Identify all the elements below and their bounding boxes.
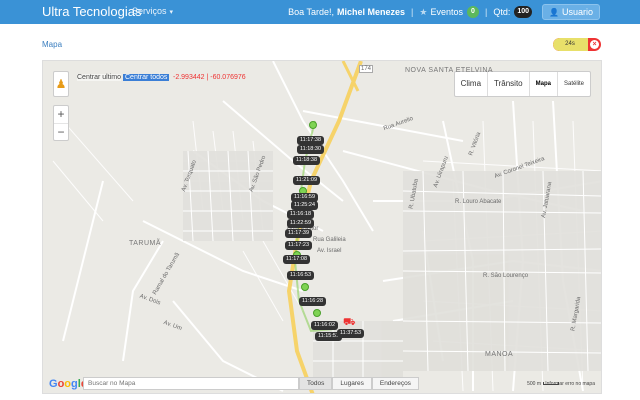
star-icon: ★: [419, 6, 428, 17]
map-scale-label: 500 m: [527, 381, 541, 387]
route-stop-label[interactable]: 11:21:09: [293, 176, 321, 185]
map-label-santa-etelvina: NOVA SANTA ETELVINA: [405, 67, 494, 74]
center-all-button[interactable]: Centrar todos: [123, 74, 170, 81]
user-name: Michel Menezes: [336, 7, 406, 17]
street-view-pegman-icon[interactable]: ♟: [53, 71, 69, 97]
route-stop-label[interactable]: 11:17:08: [283, 255, 311, 264]
map-type-map[interactable]: Mapa: [530, 72, 558, 96]
chevron-down-icon: ▾: [169, 9, 174, 16]
map-canvas[interactable]: ♟ Centrar ultimo Centrar todos -2.993442…: [42, 60, 602, 394]
qtd-label: Qtd:: [493, 7, 511, 17]
map-bottom-bar: Google Todos Lugares Endereços 500 m Inf…: [43, 375, 601, 393]
route-stop-label[interactable]: 11:16:53: [287, 271, 315, 280]
vehicle-marker-icon[interactable]: ⛟: [343, 317, 356, 329]
zoom-in-button[interactable]: +: [54, 106, 68, 123]
services-menu[interactable]: Serviços ▾: [132, 6, 173, 16]
map-label-r-sao-lourenco: R. São Lourenço: [483, 273, 529, 279]
route-stop-label[interactable]: 11:18:30: [297, 145, 325, 154]
map-label-manoa: MANOA: [485, 351, 514, 358]
route-stop-label[interactable]: 11:17:38: [297, 136, 325, 145]
map-label-av-israel: Av. Israel: [317, 248, 342, 254]
close-icon[interactable]: ×: [590, 40, 599, 49]
weather-toggle[interactable]: Clima: [455, 72, 489, 96]
coordinates-readout: -2.993442 | -60.076976: [173, 74, 246, 81]
map-label-road-174: 174: [359, 65, 374, 73]
user-button-label: Usuario: [561, 7, 593, 17]
divider: |: [484, 7, 488, 17]
map-label-r-louro-abacate: R. Louro Abacate: [455, 199, 502, 205]
qtd-count-badge: 100: [514, 6, 533, 18]
route-stop-dot[interactable]: [313, 309, 321, 317]
events-count-badge: 0: [466, 6, 479, 18]
route-stop-label[interactable]: 11:17:39: [285, 229, 313, 238]
refresh-timer[interactable]: 24s ×: [553, 38, 601, 51]
route-stop-label[interactable]: 11:25:24: [291, 201, 319, 210]
route-stop-dot[interactable]: [309, 121, 317, 129]
search-tab-all[interactable]: Todos: [299, 377, 333, 390]
route-stop-label[interactable]: 11:16:28: [299, 297, 327, 306]
map-type-satellite[interactable]: Satélite: [558, 72, 590, 96]
google-logo: Google: [49, 378, 87, 390]
map-streets: [43, 61, 601, 393]
traffic-toggle[interactable]: Trânsito: [488, 72, 530, 96]
top-navbar: Ultra Tecnologias Serviços ▾ Boa Tarde!, …: [0, 0, 640, 24]
user-info: Boa Tarde!, Michel Menezes | ★ Eventos 0…: [288, 4, 600, 20]
map-label-rua-galileia: Rua Galileia: [313, 237, 346, 243]
zoom-control: + −: [53, 105, 69, 141]
map-label-taruma: TARUMÃ: [129, 240, 162, 247]
divider: |: [411, 7, 414, 17]
timer-label: 24s: [565, 41, 575, 47]
center-last-button[interactable]: Centrar ultimo: [77, 74, 121, 81]
vehicle-time-label[interactable]: 11:37:53: [337, 329, 365, 338]
route-stop-label[interactable]: 11:16:02: [311, 321, 339, 330]
route-stop-label[interactable]: 11:22:59: [287, 219, 315, 228]
brand-title[interactable]: Ultra Tecnologias: [42, 4, 141, 19]
greeting-text: Boa Tarde!,: [288, 7, 334, 17]
search-tab-addresses[interactable]: Endereços: [371, 377, 419, 390]
page-title: Mapa: [42, 40, 63, 49]
search-tab-places[interactable]: Lugares: [332, 377, 372, 390]
services-menu-label: Serviços: [132, 6, 167, 16]
search-filter-tabs: Todos Lugares Endereços: [299, 377, 419, 390]
user-button[interactable]: 👤 Usuario: [542, 4, 600, 20]
route-stop-dot[interactable]: [301, 283, 309, 291]
report-error-link[interactable]: Informar erro no mapa: [545, 381, 595, 387]
events-link[interactable]: Eventos: [430, 7, 463, 17]
user-icon: 👤: [549, 7, 559, 17]
map-search-input[interactable]: [83, 377, 299, 390]
zoom-out-button[interactable]: −: [54, 123, 68, 140]
route-stop-label[interactable]: 11:17:23: [285, 241, 313, 250]
route-stop-label[interactable]: 11:16:18: [287, 210, 315, 219]
map-type-control: Clima Trânsito Mapa Satélite: [453, 71, 591, 97]
route-stop-label[interactable]: 11:18:38: [293, 156, 321, 165]
